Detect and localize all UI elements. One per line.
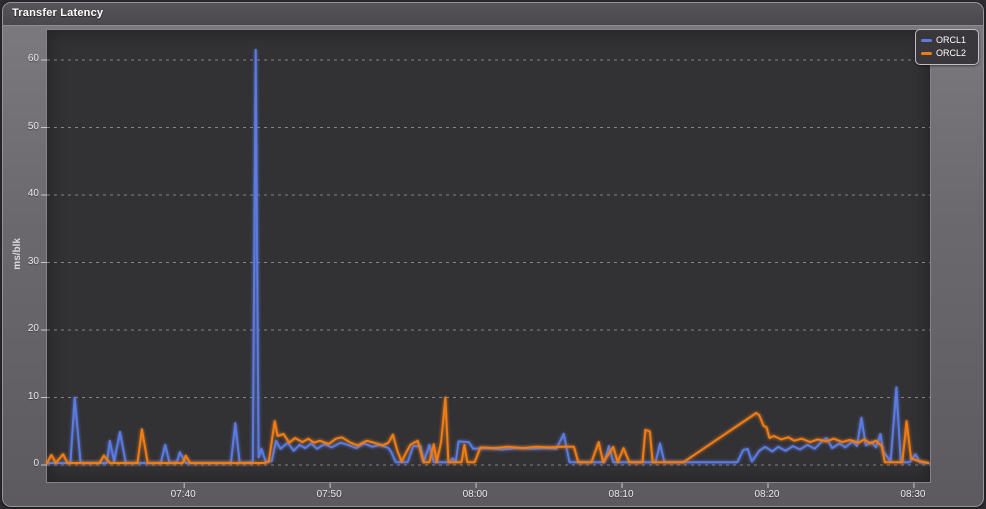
plot-area — [41, 29, 931, 488]
legend-label-orcl1: ORCL1 — [936, 35, 967, 45]
legend-item-orcl2: ORCL2 — [921, 47, 973, 60]
y-tick-label: 40 — [27, 188, 39, 199]
x-tick-label: 08:30 — [900, 489, 926, 500]
y-tick-label: 0 — [33, 458, 39, 469]
legend: ORCL1 ORCL2 — [915, 29, 979, 65]
y-tick-label: 30 — [27, 255, 39, 267]
legend-label-orcl2: ORCL2 — [936, 48, 967, 58]
legend-item-orcl1: ORCL1 — [921, 34, 973, 47]
chart-region: ms/blk 0 10 20 30 40 50 60 07:40 07:50 08:00 08:10… — [3, 25, 983, 506]
chart-title: Transfer Latency — [12, 7, 104, 19]
x-tick-label: 07:40 — [170, 489, 196, 500]
y-tick-label: 20 — [27, 323, 39, 334]
x-tick-label: 08:10 — [608, 489, 634, 500]
chart-panel: Transfer Latency ms/blk 0 10 20 30 40 50 60 07:… — [2, 2, 984, 507]
orcl2-line-marker-icon — [921, 52, 932, 55]
chart-canvas — [41, 48, 930, 488]
y-tick-label: 60 — [27, 53, 39, 64]
x-tick-label: 07:50 — [316, 489, 342, 500]
x-tick-label: 08:00 — [462, 489, 488, 500]
panel-title-bar: Transfer Latency — [3, 3, 983, 25]
y-tick-label: 10 — [27, 390, 39, 402]
x-tick-label: 08:20 — [754, 489, 780, 500]
series-line-orcl1 — [46, 48, 930, 464]
y-tick-label: 50 — [27, 120, 39, 132]
orcl1-line-marker-icon — [921, 39, 932, 42]
